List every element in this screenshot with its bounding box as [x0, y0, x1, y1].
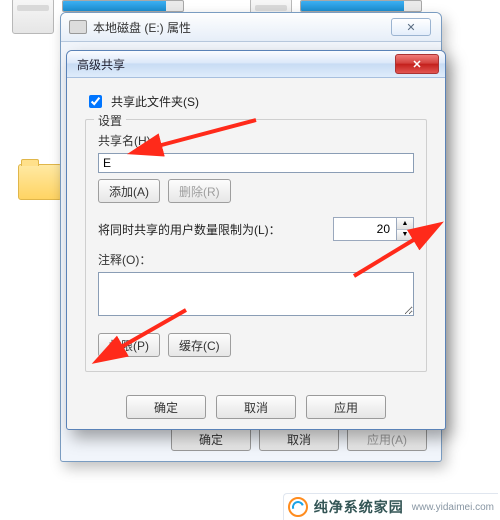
- properties-close-button[interactable]: ✕: [391, 18, 431, 36]
- watermark: 纯净系统家园 www.yidaimei.com: [283, 493, 498, 520]
- properties-ok-button[interactable]: 确定: [171, 427, 251, 451]
- permissions-button[interactable]: 权限(P): [98, 333, 160, 357]
- properties-title-text: 本地磁盘 (E:) 属性: [93, 19, 191, 36]
- properties-titlebar[interactable]: 本地磁盘 (E:) 属性: [61, 13, 441, 42]
- folder-icon[interactable]: [18, 164, 62, 200]
- user-limit-label: 将同时共享的用户数量限制为(L)：: [98, 221, 281, 238]
- remove-share-button[interactable]: 删除(R): [168, 179, 231, 203]
- settings-group: 设置 共享名(H)： 添加(A) 删除(R) 将同时共享的用户数量限制为(L)：…: [85, 119, 427, 372]
- brand-url: www.yidaimei.com: [412, 502, 494, 513]
- brand-logo-icon: [288, 497, 308, 517]
- add-share-button[interactable]: 添加(A): [98, 179, 160, 203]
- comment-textarea[interactable]: [98, 272, 414, 316]
- properties-apply-button[interactable]: 应用(A): [347, 427, 427, 451]
- drive-usage-bar: [62, 0, 184, 12]
- share-name-label: 共享名(H)：: [98, 132, 414, 149]
- properties-cancel-button[interactable]: 取消: [259, 427, 339, 451]
- advanced-sharing-close-button[interactable]: ✕: [395, 54, 439, 74]
- user-limit-down-button[interactable]: ▼: [397, 230, 413, 241]
- drive-usage-bar: [300, 0, 422, 12]
- drive-small-icon: [69, 20, 87, 34]
- advanced-apply-button[interactable]: 应用: [306, 395, 386, 419]
- share-folder-label: 共享此文件夹(S): [111, 93, 199, 110]
- user-limit-input[interactable]: [333, 217, 397, 241]
- share-folder-checkbox[interactable]: [89, 95, 102, 108]
- share-name-input[interactable]: [98, 153, 414, 173]
- user-limit-up-button[interactable]: ▲: [397, 218, 413, 230]
- comment-label: 注释(O)：: [98, 251, 414, 268]
- advanced-sharing-dialog: 高级共享 ✕ 共享此文件夹(S) 设置 共享名(H)： 添加(A) 删除(R) …: [66, 50, 446, 430]
- close-icon: ✕: [406, 21, 415, 34]
- caching-button[interactable]: 缓存(C): [168, 333, 231, 357]
- close-icon: ✕: [412, 58, 421, 71]
- advanced-ok-button[interactable]: 确定: [126, 395, 206, 419]
- brand-name: 纯净系统家园: [314, 497, 404, 517]
- drive-icon: [12, 0, 54, 34]
- settings-group-title: 设置: [94, 112, 126, 129]
- advanced-sharing-title-text: 高级共享: [77, 56, 125, 73]
- share-folder-checkbox-row[interactable]: 共享此文件夹(S): [85, 92, 427, 111]
- advanced-sharing-titlebar[interactable]: 高级共享: [67, 51, 445, 78]
- advanced-cancel-button[interactable]: 取消: [216, 395, 296, 419]
